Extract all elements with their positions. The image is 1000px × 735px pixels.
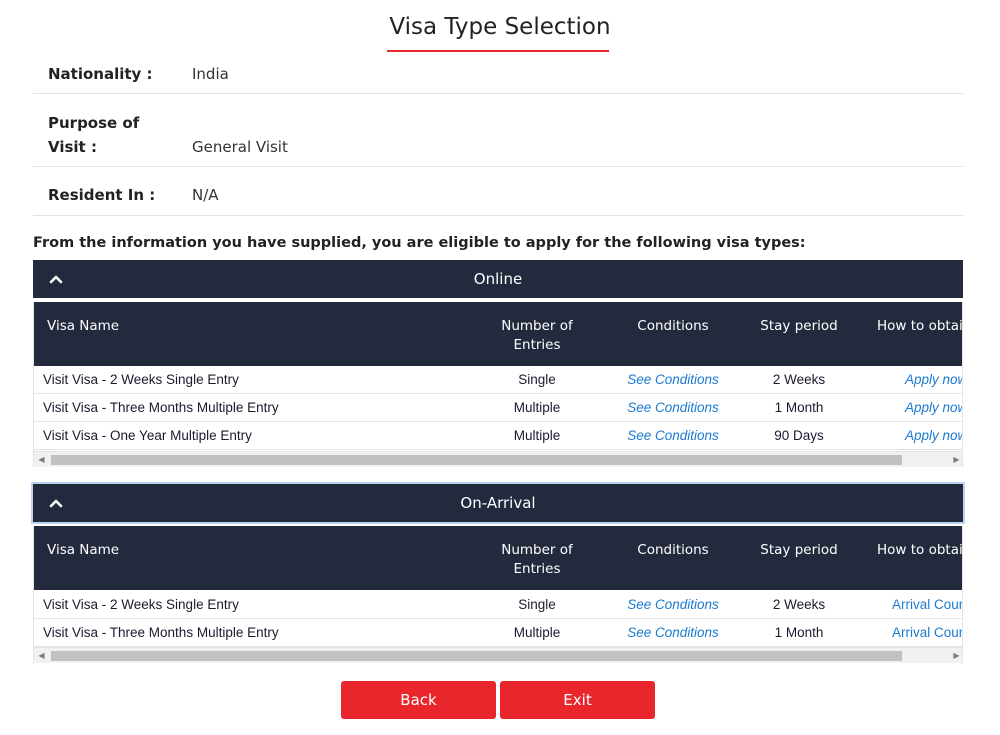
arrival-section-title: On-Arrival <box>460 494 536 512</box>
arrival-visa-table: Visa Name Number of Entries Conditions S… <box>33 526 963 664</box>
scroll-right-arrow-icon[interactable]: ▶ <box>949 452 962 467</box>
entries-cell: Multiple <box>513 625 561 640</box>
scrollbar-thumb[interactable] <box>51 651 902 661</box>
see-conditions-link[interactable]: See Conditions <box>614 428 732 443</box>
table-row: Visit Visa - Three Months Multiple Entry… <box>34 619 962 647</box>
table-header: Visa Name Number of Entries Conditions S… <box>34 526 963 590</box>
nationality-row: Nationality : India <box>33 58 963 94</box>
entries-cell: Multiple <box>513 428 561 443</box>
purpose-label: Purpose of Visit : <box>48 114 140 156</box>
resident-value: N/A <box>192 186 219 204</box>
purpose-value: General Visit <box>192 138 288 156</box>
purpose-row: Purpose of Visit : General Visit <box>33 94 963 167</box>
col-how-to-obtain: How to obtain <box>877 542 963 558</box>
stay-period-cell: 1 Month <box>774 400 824 415</box>
online-section-title: Online <box>473 270 523 288</box>
stay-period-cell: 1 Month <box>774 625 824 640</box>
back-button[interactable]: Back <box>341 681 496 719</box>
online-visa-table: Visa Name Number of Entries Conditions S… <box>33 302 963 467</box>
col-stay-period: Stay period <box>760 542 838 558</box>
arrival-counter-link[interactable]: Arrival Counter <box>892 597 962 612</box>
title-underline <box>387 50 609 52</box>
table-row: Visit Visa - One Year Multiple Entry Mul… <box>34 422 962 450</box>
nationality-value: India <box>192 65 229 83</box>
visa-name-cell: Visit Visa - 2 Weeks Single Entry <box>43 597 239 612</box>
online-section-header[interactable]: Online <box>33 260 963 298</box>
nationality-label: Nationality : <box>48 65 153 83</box>
entries-cell: Single <box>518 372 556 387</box>
table-row: Visit Visa - Three Months Multiple Entry… <box>34 394 962 422</box>
stay-period-cell: 90 Days <box>774 428 824 443</box>
visa-name-cell: Visit Visa - Three Months Multiple Entry <box>43 625 279 640</box>
col-how-to-obtain: How to obtain <box>877 318 963 334</box>
col-visa-name: Visa Name <box>47 318 120 334</box>
visa-name-cell: Visit Visa - One Year Multiple Entry <box>43 428 252 443</box>
arrival-section-header[interactable]: On-Arrival <box>31 482 965 524</box>
page-title: Visa Type Selection <box>389 14 611 40</box>
horizontal-scrollbar[interactable]: ◀ ▶ <box>34 647 962 663</box>
col-conditions: Conditions <box>637 318 709 334</box>
stay-period-cell: 2 Weeks <box>772 372 826 387</box>
resident-row: Resident In : N/A <box>33 167 963 216</box>
see-conditions-link[interactable]: See Conditions <box>614 372 732 387</box>
entries-cell: Single <box>518 597 556 612</box>
table-row: Visit Visa - 2 Weeks Single Entry Single… <box>34 591 962 619</box>
visa-name-cell: Visit Visa - Three Months Multiple Entry <box>43 400 279 415</box>
scrollbar-thumb[interactable] <box>51 455 902 465</box>
table-row: Visit Visa - 2 Weeks Single Entry Single… <box>34 366 962 394</box>
arrival-counter-link[interactable]: Arrival Counter <box>892 625 962 640</box>
col-entries: Number of Entries <box>501 542 573 577</box>
see-conditions-link[interactable]: See Conditions <box>614 625 732 640</box>
entries-cell: Multiple <box>513 400 561 415</box>
apply-now-link[interactable]: Apply now <box>905 372 962 387</box>
col-stay-period: Stay period <box>760 318 838 334</box>
see-conditions-link[interactable]: See Conditions <box>614 400 732 415</box>
col-conditions: Conditions <box>637 542 709 558</box>
resident-label: Resident In : <box>48 186 156 204</box>
scroll-left-arrow-icon[interactable]: ◀ <box>34 452 49 467</box>
apply-now-link[interactable]: Apply now <box>905 400 962 415</box>
col-visa-name: Visa Name <box>47 542 120 558</box>
stay-period-cell: 2 Weeks <box>772 597 826 612</box>
scroll-right-arrow-icon[interactable]: ▶ <box>949 648 962 663</box>
table-header: Visa Name Number of Entries Conditions S… <box>34 302 963 366</box>
visa-name-cell: Visit Visa - 2 Weeks Single Entry <box>43 372 239 387</box>
eligibility-message: From the information you have supplied, … <box>33 235 806 251</box>
see-conditions-link[interactable]: See Conditions <box>614 597 732 612</box>
apply-now-link[interactable]: Apply now <box>905 428 962 443</box>
col-entries: Number of Entries <box>501 318 573 353</box>
horizontal-scrollbar[interactable]: ◀ ▶ <box>34 451 962 467</box>
exit-button[interactable]: Exit <box>500 681 655 719</box>
scroll-left-arrow-icon[interactable]: ◀ <box>34 648 49 663</box>
